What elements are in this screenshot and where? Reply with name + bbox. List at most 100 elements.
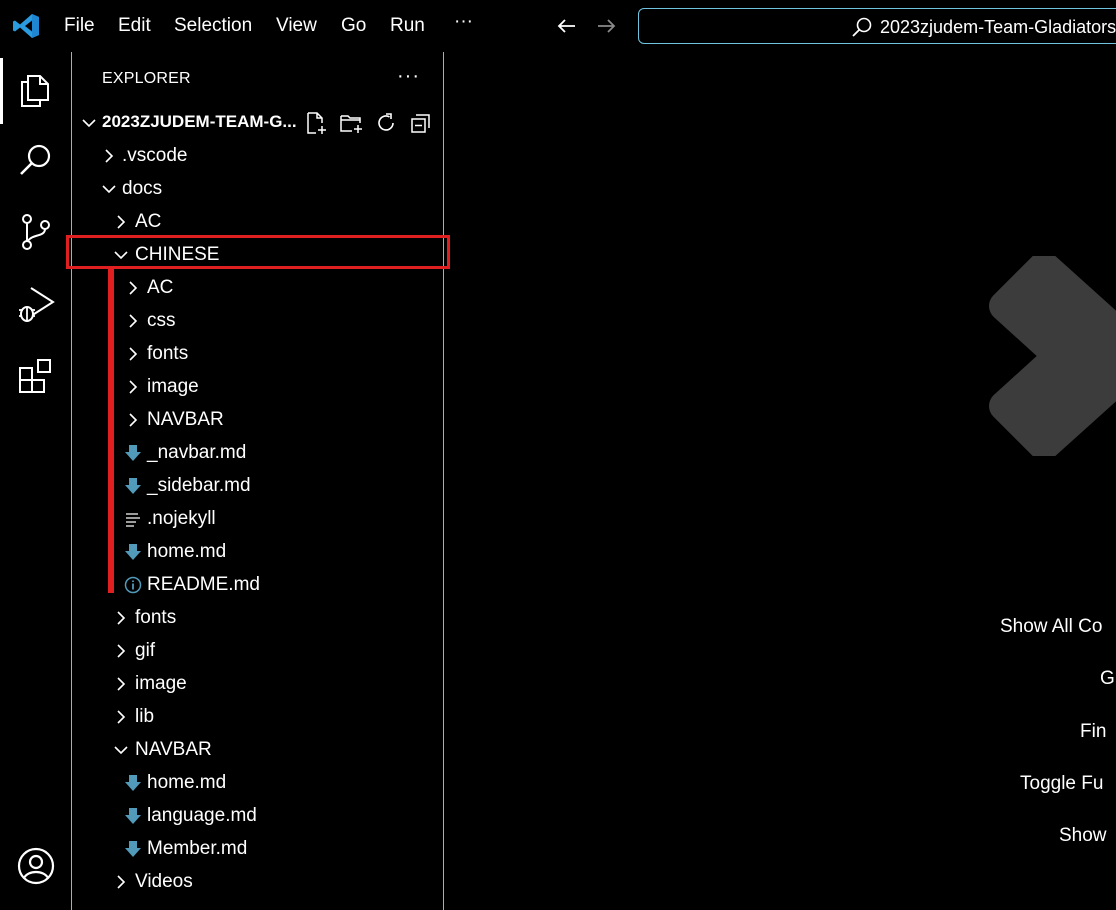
- markdown-icon: [125, 445, 141, 461]
- menu-selection[interactable]: Selection: [174, 14, 252, 38]
- tree-file-row[interactable]: home.md: [72, 766, 443, 799]
- run-debug-icon[interactable]: [14, 282, 58, 326]
- sidebar-title: EXPLORER: [102, 70, 191, 87]
- chevron-right-icon: [117, 611, 126, 625]
- markdown-icon: [125, 478, 141, 494]
- workspace-root[interactable]: 2023ZJUDEM-TEAM-G...: [72, 108, 443, 138]
- tree-file-row[interactable]: .nojekyll: [72, 502, 443, 535]
- new-folder-icon[interactable]: [339, 111, 363, 135]
- chevron-down-icon: [82, 119, 96, 128]
- tree-folder-row[interactable]: NAVBAR: [72, 403, 443, 436]
- text-file-icon: [126, 513, 140, 527]
- activity-bar: [0, 52, 72, 910]
- shortcut-toggle-full-screen: Toggle Fu: [1020, 773, 1104, 794]
- source-control-icon[interactable]: [14, 210, 58, 254]
- menu-edit[interactable]: Edit: [118, 14, 151, 38]
- refresh-icon[interactable]: [374, 111, 398, 135]
- tree-folder-row[interactable]: image: [72, 667, 443, 700]
- markdown-icon: [125, 808, 141, 824]
- chevron-down-icon: [102, 185, 116, 194]
- tree-item-label: lib: [135, 706, 155, 727]
- tree-folder-row[interactable]: NAVBAR: [72, 733, 443, 766]
- extensions-icon[interactable]: [14, 354, 58, 398]
- tree-item-label: language.md: [147, 805, 257, 826]
- tree-folder-row[interactable]: Videos: [72, 865, 443, 898]
- annotation-highlight-box: [66, 235, 450, 269]
- menu-file[interactable]: File: [64, 14, 95, 38]
- tree-item-label: fonts: [135, 607, 177, 628]
- title-bar: File Edit Selection View Go Run ··· 2023…: [0, 0, 1116, 52]
- chevron-down-icon: [114, 746, 128, 755]
- tree-item-label: AC: [135, 211, 162, 232]
- tree-item-label: NAVBAR: [147, 409, 224, 430]
- tree-folder-row[interactable]: lib: [72, 700, 443, 733]
- tree-file-row[interactable]: README.md: [72, 568, 443, 601]
- chevron-right-icon: [129, 413, 138, 427]
- tree-folder-row[interactable]: docs: [72, 172, 443, 205]
- tree-item-label: image: [147, 376, 199, 397]
- tree-file-row[interactable]: Member.md: [72, 832, 443, 865]
- tree-item-label: docs: [122, 178, 163, 199]
- tree-folder-row[interactable]: fonts: [72, 337, 443, 370]
- search-icon: [852, 17, 872, 37]
- chevron-right-icon: [117, 875, 126, 889]
- command-center-label: 2023zjudem-Team-Gladiators: [880, 17, 1116, 37]
- tree-item-label: Videos: [135, 871, 193, 892]
- tree-item-label: gif: [135, 640, 156, 661]
- markdown-icon: [125, 841, 141, 857]
- menu-more[interactable]: ···: [454, 10, 473, 34]
- chevron-right-icon: [105, 149, 114, 163]
- chevron-right-icon: [129, 281, 138, 295]
- tree-item-label: fonts: [147, 343, 189, 364]
- tree-folder-row[interactable]: .vscode: [72, 139, 443, 172]
- tree-item-label: home.md: [147, 772, 227, 793]
- annotation-highlight-line: [108, 269, 114, 593]
- shortcut-show-settings: Show: [1059, 825, 1107, 846]
- tree-item-label: AC: [147, 277, 174, 298]
- explorer-sidebar: EXPLORER ··· 2023ZJUDEM-TEAM-G... .vscod…: [72, 52, 444, 910]
- tree-folder-row[interactable]: css: [72, 304, 443, 337]
- chevron-right-icon: [117, 710, 126, 724]
- tree-item-label: NAVBAR: [135, 739, 212, 760]
- editor-area: Show All Co G Fin Toggle Fu Show: [444, 52, 1116, 910]
- chevron-right-icon: [117, 644, 126, 658]
- tree-file-row[interactable]: _sidebar.md: [72, 469, 443, 502]
- info-icon: [124, 576, 142, 594]
- tree-item-label: _navbar.md: [147, 442, 247, 463]
- markdown-icon: [125, 544, 141, 560]
- search-icon[interactable]: [14, 138, 58, 182]
- arrow-left-icon[interactable]: [555, 14, 579, 38]
- tree-folder-row[interactable]: AC: [72, 205, 443, 238]
- tree-folder-row[interactable]: fonts: [72, 601, 443, 634]
- arrow-right-icon[interactable]: [594, 14, 618, 38]
- tree-item-label: _sidebar.md: [147, 475, 251, 496]
- vscode-logo-icon: [13, 14, 39, 38]
- new-file-icon[interactable]: [304, 111, 328, 135]
- menu-go[interactable]: Go: [341, 14, 366, 38]
- workspace-root-label: 2023ZJUDEM-TEAM-G...: [102, 112, 297, 131]
- sidebar-more-button[interactable]: ···: [397, 65, 420, 88]
- collapse-all-icon[interactable]: [409, 111, 433, 135]
- tree-file-row[interactable]: language.md: [72, 799, 443, 832]
- active-indicator: [0, 58, 3, 124]
- tree-folder-row[interactable]: AC: [72, 271, 443, 304]
- command-center[interactable]: 2023zjudem-Team-Gladiators: [638, 8, 1116, 44]
- tree-file-row[interactable]: home.md: [72, 535, 443, 568]
- chevron-right-icon: [129, 380, 138, 394]
- tree-item-label: .vscode: [122, 145, 188, 166]
- markdown-icon: [125, 775, 141, 791]
- shortcut-show-all-commands: Show All Co: [1000, 616, 1103, 637]
- tree-file-row[interactable]: _navbar.md: [72, 436, 443, 469]
- account-icon[interactable]: [14, 844, 58, 888]
- tree-folder-row[interactable]: gif: [72, 634, 443, 667]
- explorer-icon[interactable]: [14, 66, 58, 110]
- menu-run[interactable]: Run: [390, 14, 425, 38]
- tree-folder-row[interactable]: image: [72, 370, 443, 403]
- chevron-right-icon: [129, 314, 138, 328]
- chevron-right-icon: [129, 347, 138, 361]
- shortcut-go-to-file: G: [1100, 668, 1115, 689]
- menu-view[interactable]: View: [276, 14, 317, 38]
- tree-item-label: README.md: [147, 574, 260, 595]
- chevron-right-icon: [117, 677, 126, 691]
- tree-item-label: home.md: [147, 541, 227, 562]
